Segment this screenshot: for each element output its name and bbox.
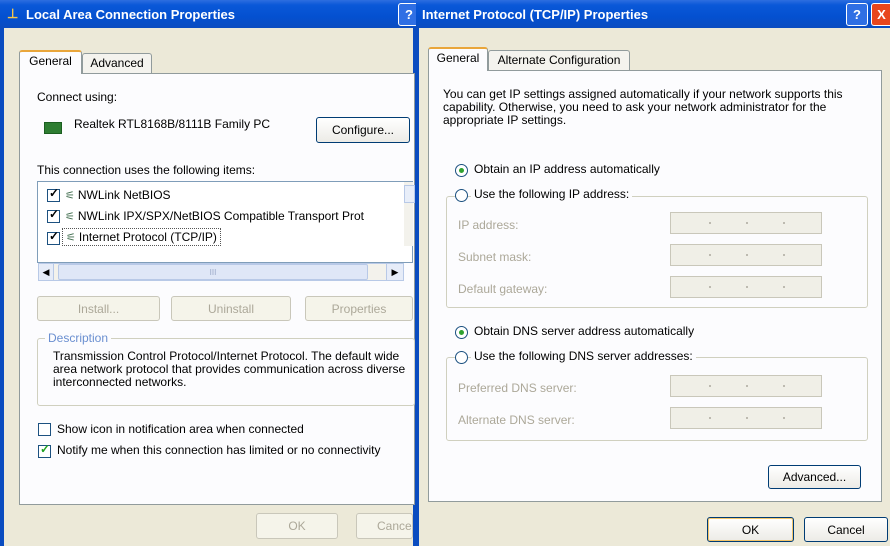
button-label: Advanced... bbox=[782, 470, 847, 484]
advanced-button[interactable]: Advanced... bbox=[768, 465, 861, 489]
tab-advanced-left[interactable]: Advanced bbox=[82, 53, 152, 74]
scroll-up-arrow[interactable] bbox=[404, 185, 415, 203]
adapter-name: Realtek RTL8168B/8111B Family PC bbox=[74, 117, 271, 131]
button-label: Install... bbox=[77, 302, 120, 316]
default-gateway-label: Default gateway: bbox=[458, 282, 548, 296]
tab-label: Advanced bbox=[90, 56, 144, 70]
item-label-nwlink-ipx: ⚟ NWLink IPX/SPX/NetBIOS Compatible Trans… bbox=[65, 209, 364, 223]
tab-label: General bbox=[436, 51, 480, 65]
right-help-button[interactable]: ? bbox=[846, 3, 868, 26]
left-ok-button[interactable]: OK bbox=[256, 513, 338, 539]
alternate-dns-label: Alternate DNS server: bbox=[458, 413, 575, 427]
use-dns-radio[interactable] bbox=[455, 351, 468, 364]
use-ip-radio[interactable] bbox=[455, 189, 468, 202]
protocol-icon: ⚟ bbox=[65, 190, 75, 202]
install-button[interactable]: Install... bbox=[37, 296, 160, 321]
octet-dot bbox=[783, 254, 785, 256]
octet-dot bbox=[746, 417, 748, 419]
ip-address-field[interactable] bbox=[670, 212, 822, 234]
octet-dot bbox=[709, 222, 711, 224]
configure-button[interactable]: Configure... bbox=[316, 117, 410, 143]
tab-label: General bbox=[29, 54, 72, 68]
octet-dot bbox=[783, 222, 785, 224]
help-icon: ? bbox=[405, 7, 413, 22]
button-label: Properties bbox=[331, 302, 387, 316]
network-adapter-icon bbox=[44, 122, 62, 134]
octet-dot bbox=[709, 254, 711, 256]
button-label: Cancel bbox=[827, 523, 865, 537]
left-cancel-button[interactable]: Cance bbox=[356, 513, 413, 539]
ip-address-label: IP address: bbox=[458, 218, 519, 232]
items-label: This connection uses the following items… bbox=[37, 163, 256, 177]
tab-alternate-configuration[interactable]: Alternate Configuration bbox=[488, 50, 630, 71]
arrow-right-icon: ▶ bbox=[391, 267, 399, 277]
octet-dot bbox=[783, 286, 785, 288]
close-icon: X bbox=[877, 7, 886, 22]
item-text: NWLink NetBIOS bbox=[77, 188, 171, 202]
octet-dot bbox=[746, 286, 748, 288]
description-title: Description bbox=[45, 331, 112, 345]
button-label: Uninstall bbox=[207, 302, 255, 316]
subnet-mask-field[interactable] bbox=[670, 244, 822, 266]
help-icon: ? bbox=[853, 7, 861, 22]
left-window-title: Local Area Connection Properties bbox=[26, 7, 236, 22]
right-window-title: Internet Protocol (TCP/IP) Properties bbox=[422, 7, 649, 22]
tab-general-right[interactable]: General bbox=[428, 47, 488, 71]
item-checkbox-nwlink-netbios[interactable] bbox=[47, 186, 60, 202]
item-label-tcpip[interactable]: ⚟ Internet Protocol (TCP/IP) bbox=[62, 228, 221, 246]
button-label: OK bbox=[288, 519, 306, 533]
item-checkbox-nwlink-ipx[interactable] bbox=[47, 207, 60, 223]
tab-general-left[interactable]: General bbox=[19, 50, 82, 74]
show-icon-checkbox[interactable] bbox=[38, 423, 51, 436]
use-ip-label: Use the following IP address: bbox=[471, 187, 633, 201]
connect-using-label: Connect using: bbox=[37, 90, 118, 104]
intro-text: You can get IP settings assigned automat… bbox=[443, 87, 843, 127]
alternate-dns-field[interactable] bbox=[670, 407, 822, 429]
preferred-dns-field[interactable] bbox=[670, 375, 822, 397]
octet-dot bbox=[783, 417, 785, 419]
network-connection-icon: ⊥ bbox=[7, 6, 19, 21]
item-label-nwlink-netbios: ⚟ NWLink NetBIOS bbox=[65, 188, 171, 202]
octet-dot bbox=[746, 222, 748, 224]
notify-checkbox[interactable] bbox=[38, 442, 51, 458]
octet-dot bbox=[746, 385, 748, 387]
default-gateway-field[interactable] bbox=[670, 276, 822, 298]
scroll-thumb[interactable]: III bbox=[58, 264, 368, 280]
button-label: Configure... bbox=[331, 123, 395, 137]
left-titlebar: ⊥ Local Area Connection Properties ? bbox=[0, 0, 420, 28]
obtain-dns-label: Obtain DNS server address automatically bbox=[474, 324, 695, 338]
item-text: NWLink IPX/SPX/NetBIOS Compatible Transp… bbox=[77, 209, 364, 223]
preferred-dns-label: Preferred DNS server: bbox=[458, 381, 577, 395]
octet-dot bbox=[709, 286, 711, 288]
arrow-left-icon: ◀ bbox=[42, 267, 50, 277]
octet-dot bbox=[709, 417, 711, 419]
obtain-ip-radio[interactable] bbox=[455, 164, 468, 177]
notify-label: Notify me when this connection has limit… bbox=[57, 443, 381, 457]
button-label: OK bbox=[741, 523, 760, 537]
button-label: Cance bbox=[377, 519, 412, 533]
tab-label: Alternate Configuration bbox=[497, 53, 621, 67]
right-ok-button[interactable]: OK bbox=[707, 517, 794, 542]
uninstall-button[interactable]: Uninstall bbox=[171, 296, 291, 321]
close-button[interactable]: X bbox=[871, 3, 890, 26]
obtain-ip-label: Obtain an IP address automatically bbox=[474, 162, 660, 176]
scroll-left-button[interactable]: ◀ bbox=[38, 263, 54, 281]
grip-icon: III bbox=[209, 268, 217, 277]
protocol-icon: ⚟ bbox=[65, 211, 75, 223]
item-text: Internet Protocol (TCP/IP) bbox=[78, 230, 217, 244]
obtain-dns-radio[interactable] bbox=[455, 326, 468, 339]
subnet-mask-label: Subnet mask: bbox=[458, 250, 532, 264]
octet-dot bbox=[783, 385, 785, 387]
right-titlebar: Internet Protocol (TCP/IP) Properties ? … bbox=[416, 0, 890, 28]
protocol-icon: ⚟ bbox=[66, 232, 76, 244]
properties-button[interactable]: Properties bbox=[305, 296, 413, 321]
show-icon-label: Show icon in notification area when conn… bbox=[57, 422, 304, 436]
use-dns-label: Use the following DNS server addresses: bbox=[471, 349, 696, 363]
octet-dot bbox=[746, 254, 748, 256]
description-text: Transmission Control Protocol/Internet P… bbox=[53, 349, 406, 389]
scroll-right-button[interactable]: ▶ bbox=[386, 263, 404, 281]
octet-dot bbox=[709, 385, 711, 387]
right-cancel-button[interactable]: Cancel bbox=[804, 517, 888, 542]
item-checkbox-tcpip[interactable] bbox=[47, 229, 60, 245]
